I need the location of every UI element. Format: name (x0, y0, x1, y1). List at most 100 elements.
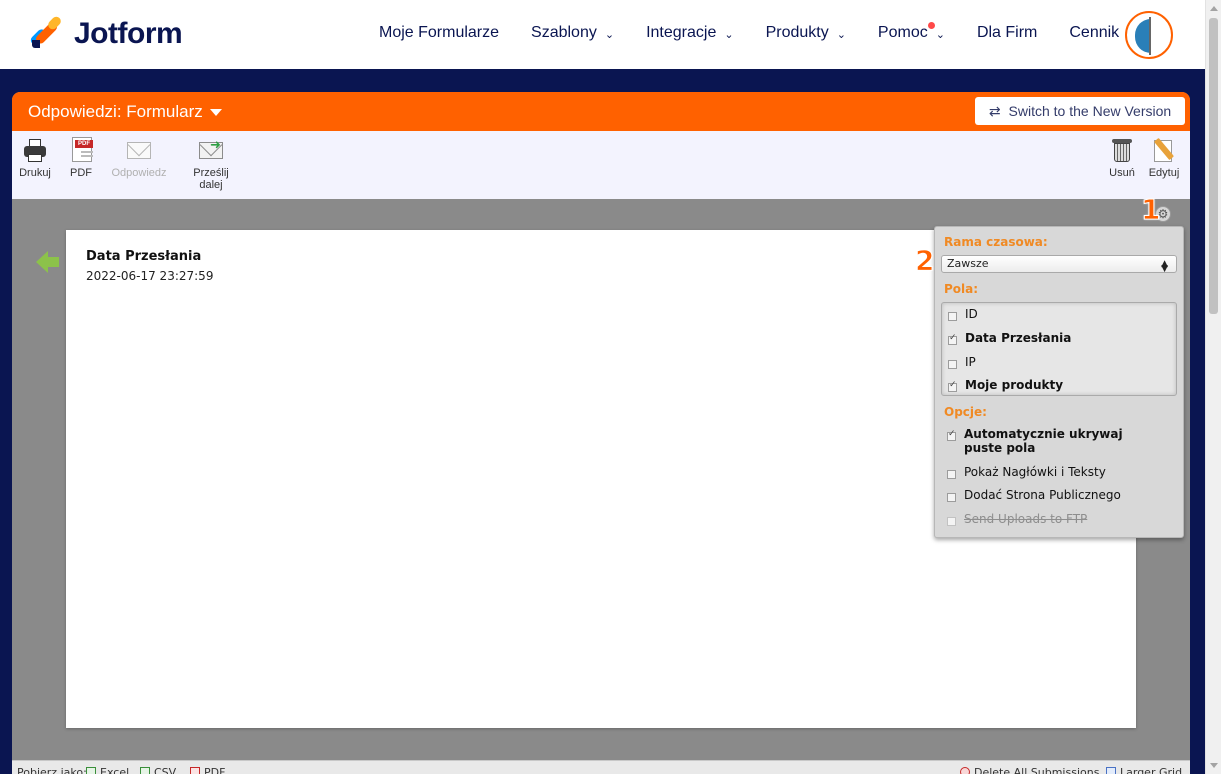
pdf-small-icon (190, 767, 200, 774)
checkbox (947, 517, 956, 526)
checkbox[interactable] (947, 429, 956, 441)
nav-label: Integracje (646, 24, 717, 41)
reply-button[interactable]: Odpowiedz (109, 137, 169, 179)
reply-label: Odpowiedz (111, 167, 167, 179)
swap-arrows-icon: ⇄ (988, 102, 1001, 119)
field-option-ip[interactable]: IP (948, 355, 976, 369)
checkbox[interactable] (948, 380, 957, 392)
delete-all-link[interactable]: Delete All Submissions (960, 766, 1099, 774)
envelope-icon (126, 137, 152, 163)
larger-grid-link[interactable]: Larger Grid (1106, 766, 1182, 774)
option-label: Pokaż Nagłówki i Teksty (964, 465, 1106, 479)
checkbox[interactable] (948, 333, 957, 345)
printer-icon (22, 137, 48, 163)
option-label: Data Przesłania (965, 331, 1072, 345)
toolbar: Drukuj PDF PDF Odpowiedz ➜ Prześlij dale… (12, 131, 1190, 199)
notification-dot-icon (927, 22, 935, 29)
form-selector[interactable]: Odpowiedzi: Formularz (28, 102, 222, 122)
previous-submission-arrow-icon[interactable] (36, 251, 60, 273)
caret-down-icon (209, 108, 222, 116)
scroll-thumb[interactable] (1209, 18, 1218, 314)
csv-label: CSV (154, 766, 177, 774)
excel-icon (86, 767, 96, 774)
nav-label: Pomoc (877, 24, 928, 41)
switch-version-button[interactable]: ⇄ Switch to the New Version (975, 97, 1185, 125)
larger-grid-label: Larger Grid (1120, 766, 1183, 774)
nav-label: Moje Formularze (379, 24, 500, 41)
option-hide-empty-fields[interactable]: Automatycznie ukrywaj puste pola (947, 427, 1147, 455)
checkbox[interactable] (947, 493, 956, 502)
timeframe-heading: Rama czasowa: (944, 235, 1048, 249)
settings-popover: Rama czasowa: Zawsze ▲ ▼ Pola: ID Data P… (934, 226, 1184, 538)
checkbox[interactable] (948, 360, 957, 369)
delete-label: Usuń (1109, 167, 1135, 179)
switch-version-label: Switch to the New Version (1008, 103, 1172, 119)
field-option-data-przeslania[interactable]: Data Przesłania (948, 331, 1071, 345)
forward-envelope-icon: ➜ (198, 137, 224, 163)
fields-list: ID Data Przesłania IP Moje produkty (941, 302, 1177, 396)
nav-label: Dla Firm (976, 24, 1038, 41)
scroll-down-icon[interactable] (1210, 763, 1218, 768)
export-excel-link[interactable]: Excel (86, 766, 129, 774)
csv-icon (140, 767, 150, 774)
timeframe-select[interactable]: Zawsze ▲ ▼ (941, 255, 1177, 274)
nav-cennik[interactable]: Cennik (1069, 24, 1119, 42)
pencil-icon (1151, 137, 1177, 163)
chevron-down-icon: ⌄ (935, 28, 945, 41)
option-label: Moje produkty (965, 378, 1064, 392)
nav-label: Cennik (1069, 24, 1120, 41)
user-avatar[interactable] (1125, 11, 1173, 59)
jotform-logo-icon (28, 14, 63, 50)
annotation-badge-2: 2 (914, 244, 935, 278)
print-label: Drukuj (19, 167, 51, 179)
edit-button[interactable]: Edytuj (1134, 137, 1190, 179)
export-pdf-link[interactable]: PDF (190, 766, 225, 774)
nav-pomoc[interactable]: Pomoc ⌄ (877, 22, 945, 42)
submission-field-label: Data Przesłania (86, 249, 202, 264)
export-label: Pobierz jako: (17, 766, 87, 774)
checkbox[interactable] (948, 312, 957, 321)
chevron-down-icon: ⌄ (724, 28, 734, 41)
pdf-label: PDF (70, 167, 92, 179)
field-option-id[interactable]: ID (948, 307, 978, 321)
excel-label: Excel (100, 766, 130, 774)
jotform-logo[interactable]: Jotform (28, 14, 183, 51)
nav-szablony[interactable]: Szablony ⌄ (531, 24, 614, 42)
edit-label: Edytuj (1148, 167, 1180, 179)
delete-all-icon (960, 767, 970, 774)
options-heading: Opcje: (944, 405, 987, 419)
scroll-up-icon[interactable] (1210, 6, 1218, 11)
timeframe-value: Zawsze (947, 257, 989, 270)
checkbox[interactable] (947, 470, 956, 479)
option-public-page[interactable]: Dodać Strona Publicznego (947, 488, 1121, 502)
export-bar: Pobierz jako: Excel CSV PDF Delete All S… (12, 760, 1190, 774)
chevron-down-icon: ⌄ (604, 28, 615, 41)
nav-label: Produkty (765, 24, 829, 41)
forward-label: Prześlij dalej (193, 167, 229, 191)
panel-header: Odpowiedzi: Formularz ⇄ Switch to the Ne… (12, 92, 1190, 131)
pdf-button[interactable]: PDF PDF (51, 137, 111, 179)
forward-button[interactable]: ➜ Prześlij dalej (181, 137, 241, 191)
option-show-headers[interactable]: Pokaż Nagłówki i Teksty (947, 465, 1106, 479)
nav-label: Szablony (531, 24, 597, 41)
option-label: Automatycznie ukrywaj puste pola (964, 427, 1123, 455)
logo-text: Jotform (74, 17, 183, 50)
nav-produkty[interactable]: Produkty ⌄ (766, 24, 846, 42)
option-send-uploads-ftp: Send Uploads to FTP (947, 512, 1087, 526)
expand-icon (1106, 767, 1116, 774)
submission-field-value: 2022-06-17 23:27:59 (86, 269, 214, 283)
page-title: Odpowiedzi: Formularz (28, 102, 203, 121)
page-scrollbar[interactable] (1205, 0, 1221, 774)
fields-heading: Pola: (944, 282, 979, 296)
field-option-moje-produkty[interactable]: Moje produkty (948, 378, 1063, 392)
nav-integracje[interactable]: Integracje ⌄ (646, 24, 733, 42)
nav-dla-firm[interactable]: Dla Firm (977, 24, 1037, 42)
export-csv-link[interactable]: CSV (140, 766, 176, 774)
option-label: Dodać Strona Publicznego (964, 488, 1121, 502)
select-arrow-down-icon: ▼ (1161, 264, 1168, 274)
nav-moje-formularze[interactable]: Moje Formularze (379, 24, 499, 42)
pdf-icon: PDF (68, 137, 94, 163)
option-label: IP (965, 355, 976, 369)
delete-all-label: Delete All Submissions (974, 766, 1100, 774)
trash-icon (1109, 137, 1135, 163)
